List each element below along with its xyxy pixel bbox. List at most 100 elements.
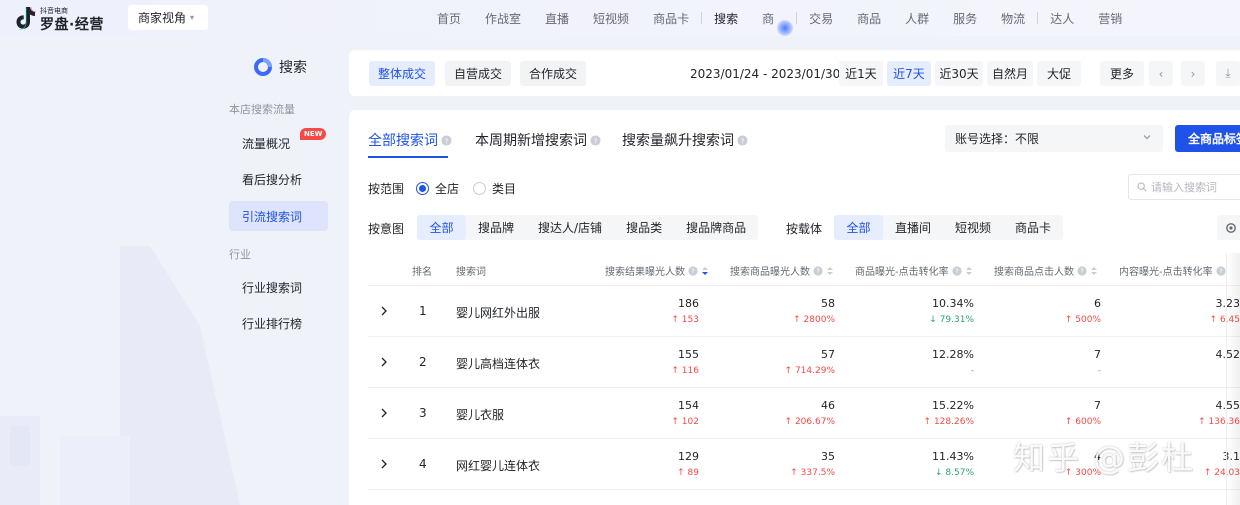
deal-type-partner[interactable]: 合作成交 [520, 61, 586, 86]
nav-item[interactable]: 商品卡 [641, 10, 701, 27]
keyword-search-box[interactable] [1128, 174, 1240, 200]
tab-rising-keywords[interactable]: 搜索量飙升搜索词 ? [622, 130, 748, 150]
sort-icon[interactable] [965, 266, 973, 276]
intent-chip-talent-store[interactable]: 搜达人/店铺 [526, 215, 614, 240]
carrier-chip-goods-card[interactable]: 商品卡 [1003, 215, 1063, 240]
metric-change: ↑ 206.67% [784, 417, 835, 427]
sidebar-item-traffic-keywords[interactable]: 引流搜索词 [229, 201, 328, 231]
period-1-day[interactable]: 近1天 [839, 61, 883, 86]
column-header-goods-clicks[interactable]: 搜索商品点击人数 ? [994, 263, 1098, 278]
download-icon[interactable]: ⤓ [1216, 61, 1240, 86]
intent-chip-all[interactable]: 全部 [417, 215, 466, 240]
column-header-goods-exposure[interactable]: 搜索商品曝光人数 ? [730, 263, 834, 278]
column-header-rank: 排名 [412, 263, 432, 278]
help-icon[interactable]: ? [1077, 265, 1087, 276]
metric-value: 129 [678, 450, 699, 463]
metric-value: 15.22% [932, 399, 974, 412]
help-icon[interactable]: ? [737, 134, 748, 146]
column-settings-button[interactable] [1217, 215, 1240, 240]
nav-item[interactable]: 作战室 [473, 10, 533, 27]
nav-item[interactable]: 直播 [533, 10, 581, 27]
intent-chip-category[interactable]: 搜品类 [614, 215, 674, 240]
metric-change: ↑ 116 [671, 366, 699, 376]
period-more[interactable]: 更多 [1100, 61, 1144, 86]
keyword-cell[interactable]: 婴儿高档连体衣 [456, 355, 540, 372]
table-row[interactable]: 3 婴儿衣服 154 ↑ 102 46 ↑ 206.67% 15.22% ↑ 128.26% 7… [368, 389, 1240, 439]
nav-item[interactable]: 商 [750, 10, 796, 36]
chevron-right-icon[interactable] [378, 407, 390, 419]
period-7-days[interactable]: 近7天 [887, 61, 931, 86]
help-icon[interactable]: ? [590, 134, 601, 146]
account-select[interactable]: 账号选择：不限 [945, 125, 1163, 152]
tab-new-keywords[interactable]: 本周期新增搜索词 ? [475, 130, 601, 150]
new-badge: NEW [300, 128, 327, 140]
keyword-cell[interactable]: 网红婴儿连体衣 [456, 457, 540, 474]
sidebar-item-industry-ranking[interactable]: 行业排行榜 [229, 308, 328, 338]
sidebar-title: 搜索 [253, 56, 307, 78]
nav-item[interactable]: 物流 [989, 10, 1037, 27]
nav-item[interactable]: 搜索 [702, 10, 750, 27]
fixed-column-shadow [1226, 253, 1240, 505]
metric-change: ↑ 714.29% [784, 366, 835, 376]
keyword-search-input[interactable] [1151, 180, 1240, 194]
deal-type-overall[interactable]: 整体成交 [369, 61, 435, 86]
help-icon[interactable]: ? [952, 265, 962, 276]
period-30-days[interactable]: 近30天 [935, 61, 983, 86]
prev-period-icon[interactable]: ‹ [1149, 61, 1173, 86]
date-range[interactable]: 2023/01/24 - 2023/01/30 [690, 61, 840, 86]
all-goods-tag-button[interactable]: 全商品标签 [1175, 125, 1240, 152]
svg-text:?: ? [1219, 267, 1223, 275]
column-header-result-exposure[interactable]: 搜索结果曝光人数 ? [605, 263, 709, 278]
period-natural-month[interactable]: 自然月 [987, 61, 1033, 86]
chevron-right-icon[interactable] [378, 305, 390, 317]
help-icon[interactable]: ? [688, 265, 698, 276]
column-header-keyword: 搜索词 [456, 263, 486, 278]
carrier-chip-video[interactable]: 短视频 [943, 215, 1003, 240]
table-row[interactable]: 1 婴儿网红外出服 186 ↑ 153 58 ↑ 2800% 10.34% ↓ 79.31% 6… [368, 287, 1240, 337]
deal-type-self[interactable]: 自营成交 [445, 61, 511, 86]
sidebar-item-post-view-search[interactable]: 看后搜分析 [229, 164, 328, 194]
nav-item[interactable]: 首页 [425, 10, 473, 27]
table-row[interactable]: 2婴儿高档连体衣155↑ 11657↑ 714.29%12.28%-7-4.52… [368, 338, 1240, 388]
sidebar-item-industry-keywords[interactable]: 行业搜索词 [229, 272, 328, 302]
help-icon[interactable]: ? [1216, 265, 1226, 276]
keyword-cell[interactable]: 婴儿衣服 [456, 406, 504, 423]
metric-change: ↑ 500% [1064, 315, 1101, 325]
intent-chip-brand[interactable]: 搜品牌 [466, 215, 526, 240]
column-header-label: 搜索词 [456, 267, 486, 278]
scope-radio-store[interactable]: 全店 [416, 180, 459, 197]
help-icon[interactable]: ? [813, 265, 823, 276]
intent-chip-brand-goods[interactable]: 搜品牌商品 [674, 215, 758, 240]
chevron-right-icon[interactable] [378, 458, 390, 470]
nav-item[interactable]: 人群 [893, 10, 941, 27]
nav-item[interactable]: 达人 [1038, 10, 1086, 27]
carrier-chip-all[interactable]: 全部 [834, 215, 883, 240]
radio-checked-icon [416, 182, 429, 195]
column-header-label: 搜索结果曝光人数 [605, 267, 685, 278]
view-select[interactable]: 商家视角 ▾ [128, 5, 208, 30]
period-promotion[interactable]: 大促 [1037, 61, 1081, 86]
sort-icon[interactable] [1090, 266, 1098, 276]
watermark: 知乎 @彭杜 [1013, 439, 1196, 477]
account-select-value: 账号选择：不限 [955, 132, 1040, 146]
nav-item[interactable]: 商品 [845, 10, 893, 27]
next-period-icon[interactable]: › [1181, 61, 1205, 86]
chevron-right-icon[interactable] [378, 356, 390, 368]
help-icon[interactable]: ? [441, 134, 452, 146]
tab-all-keywords[interactable]: 全部搜索词 ? [368, 130, 452, 150]
keyword-cell[interactable]: 婴儿网红外出服 [456, 304, 540, 321]
main-nav: 首页 作战室 直播 短视频 商品卡 搜索商交易 商品 人群 服务 物流 达人 营销 [425, 0, 1134, 36]
scope-radio-category[interactable]: 类目 [473, 180, 516, 197]
column-header-label: 排名 [412, 267, 432, 278]
column-header-goods-ctr[interactable]: 商品曝光-点击转化率 ? [855, 263, 973, 278]
metric-change: ↑ 128.26% [923, 417, 974, 427]
column-header-content-ctr[interactable]: 内容曝光-点击转化率 ? [1119, 263, 1226, 278]
nav-item[interactable]: 服务 [941, 10, 989, 27]
sort-icon[interactable] [826, 266, 834, 276]
app-logo[interactable]: 抖音电商 罗盘·经营 [14, 5, 106, 33]
nav-item[interactable]: 短视频 [581, 10, 641, 27]
sort-desc-icon[interactable] [701, 266, 709, 276]
nav-item[interactable]: 营销 [1086, 10, 1134, 27]
carrier-chip-live[interactable]: 直播间 [883, 215, 943, 240]
nav-item[interactable]: 交易 [797, 10, 845, 27]
